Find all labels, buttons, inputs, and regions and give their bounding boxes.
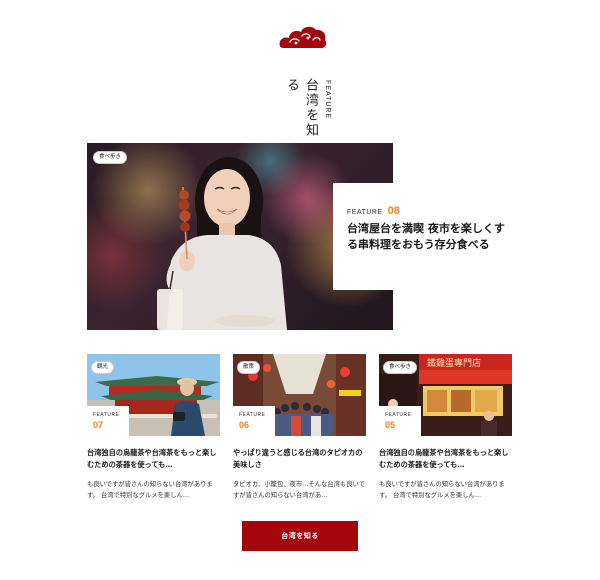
section-title: FEATURE 台湾を知る — [282, 78, 331, 144]
section-title-jp: 台湾を知る — [284, 78, 318, 138]
card-title[interactable]: 台湾独自の烏龍茶や台湾茶をもっと楽しむための茶器を使っても… — [379, 447, 512, 471]
card-feature-number: 05 — [385, 420, 396, 430]
card-feature-label: FEATURE — [385, 412, 412, 418]
card-feature-number: 07 — [93, 420, 104, 430]
feature-card-05[interactable]: 鐵雞蛋專門店 食べ歩き FEATURE 05 台湾独自の烏龍茶や台湾茶をもっと楽… — [379, 354, 512, 503]
card-image-shop[interactable]: 鐵雞蛋專門店 食べ歩き FEATURE 05 — [379, 354, 512, 436]
hero-photo-woman — [157, 157, 287, 330]
card-description: タピオカ、小籠包、夜市…そんな台湾も良いですが皆さんの知らない台湾があ… — [233, 481, 365, 499]
card-feature-badge: FEATURE 07 — [87, 406, 129, 436]
card-feature-label: FEATURE — [239, 412, 266, 418]
hero-feature-title[interactable]: 台湾屋台を満喫 夜市を楽しくする串料理をおもう存分食べる — [347, 221, 507, 253]
card-image-market[interactable]: 散策 FEATURE 06 — [233, 354, 366, 436]
hero-feature-number: 08 — [387, 205, 400, 217]
card-category-tag[interactable]: 散策 — [237, 361, 261, 374]
feature-card-07[interactable]: 観光 FEATURE 07 台湾独自の烏龍茶や台湾茶をもっと楽しむための茶器を使… — [87, 354, 220, 503]
hero-feature-label: FEATURE — [347, 209, 383, 216]
card-description: も良いですが皆さんの知らない台湾があります。 台湾で特別なグルメを楽しん… — [87, 481, 213, 499]
learn-taiwan-button[interactable]: 台湾を知る — [242, 521, 358, 551]
card-title[interactable]: やっぱり違うと感じる台湾のタピオカの美味しさ — [233, 447, 366, 471]
card-feature-badge: FEATURE 06 — [233, 406, 275, 436]
hero-category-tag[interactable]: 食べ歩き — [93, 151, 128, 164]
auspicious-cloud-icon — [279, 26, 327, 49]
card-description: も良いですが皆さんの知らない台湾があります。 台湾で特別なグルメを楽しん… — [379, 481, 505, 499]
card-category-tag[interactable]: 食べ歩き — [383, 361, 418, 374]
shop-sign-text: 鐵雞蛋專門店 — [427, 357, 481, 369]
feature-card-06[interactable]: 散策 FEATURE 06 やっぱり違うと感じる台湾のタピオカの美味しさ タピオ… — [233, 354, 366, 503]
card-feature-badge: FEATURE 05 — [379, 406, 421, 436]
section-header: FEATURE 台湾を知る — [0, 22, 600, 138]
card-feature-number: 06 — [239, 420, 250, 430]
card-category-tag[interactable]: 観光 — [91, 361, 115, 374]
card-title[interactable]: 台湾独自の烏龍茶や台湾茶をもっと楽しむための茶器を使っても… — [87, 447, 220, 471]
card-image-temple[interactable]: 観光 FEATURE 07 — [87, 354, 220, 436]
section-title-en: FEATURE — [324, 80, 331, 120]
hero-feature-line: FEATURE 08 — [347, 205, 509, 217]
hero-feature-card[interactable]: FEATURE 08 台湾屋台を満喫 夜市を楽しくする串料理をおもう存分食べる — [333, 183, 509, 290]
card-feature-label: FEATURE — [93, 412, 120, 418]
